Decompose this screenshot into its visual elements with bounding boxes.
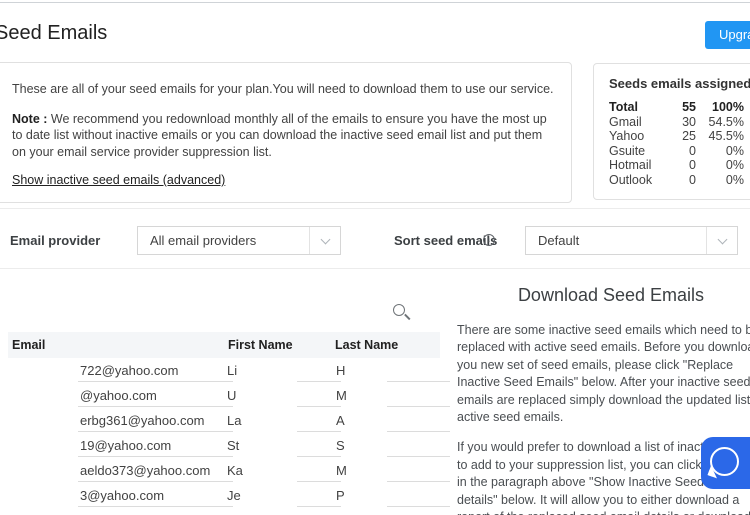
stats-row-gmail: Gmail 30 54.5%: [609, 115, 744, 130]
email-field[interactable]: 3@yahoo.com: [80, 483, 164, 508]
info-note-text: Note : We recommend you redownload month…: [12, 111, 555, 161]
email-provider-select[interactable]: All email providers: [137, 226, 341, 255]
first-name-field[interactable]: Je: [227, 483, 241, 508]
info-intro-text: These are all of your seed emails for yo…: [12, 81, 555, 98]
chat-widget-button[interactable]: [701, 437, 750, 489]
email-field[interactable]: erbg361@yahoo.com: [80, 408, 205, 433]
chevron-down-icon: [718, 235, 728, 245]
first-name-field[interactable]: U: [227, 383, 236, 408]
email-provider-value: All email providers: [150, 233, 256, 248]
info-icon[interactable]: [483, 234, 495, 246]
table-row: erbg361@yahoo.com La A: [0, 408, 460, 433]
download-panel-title: Download Seed Emails: [457, 285, 750, 306]
download-panel-paragraph-1: There are some inactive seed emails whic…: [457, 322, 750, 426]
note-body: We recommend you redownload monthly all …: [12, 112, 547, 159]
last-name-field[interactable]: M: [336, 458, 347, 483]
stats-row-hotmail: Hotmail 0 0%: [609, 158, 744, 173]
table-row: 722@yahoo.com Li H: [0, 358, 460, 383]
table-header: Email First Name Last Name: [8, 332, 440, 358]
email-field[interactable]: aeldo373@yahoo.com: [80, 458, 210, 483]
chevron-down-icon: [321, 235, 331, 245]
first-name-field[interactable]: Li: [227, 358, 237, 383]
stats-row-gsuite: Gsuite 0 0%: [609, 144, 744, 159]
column-header-email: Email: [12, 332, 45, 358]
search-icon[interactable]: [393, 304, 405, 316]
seed-email-table: 722@yahoo.com Li H @yahoo.com U M erbg36…: [0, 358, 460, 515]
table-row: 19@yahoo.com St S: [0, 433, 460, 458]
note-label: Note :: [12, 112, 47, 126]
email-field[interactable]: @yahoo.com: [80, 383, 157, 408]
seed-emails-page: Seed Emails Upgrade These are all of you…: [0, 0, 750, 515]
table-row: 45@yahoo.com K A: [0, 508, 460, 515]
last-name-field[interactable]: S: [336, 433, 345, 458]
column-header-first-name: First Name: [228, 332, 293, 358]
upgrade-button[interactable]: Upgrade: [705, 21, 750, 49]
stats-row-total: Total 55 100%: [609, 100, 744, 115]
table-row: @yahoo.com U M: [0, 383, 460, 408]
filter-top-divider: [0, 208, 750, 209]
first-name-field[interactable]: K: [227, 508, 236, 515]
email-field[interactable]: 19@yahoo.com: [80, 433, 171, 458]
column-header-last-name: Last Name: [335, 332, 398, 358]
page-title: Seed Emails: [0, 22, 107, 45]
chat-bubble-icon: [710, 447, 739, 476]
sort-value: Default: [538, 233, 579, 248]
email-field[interactable]: 722@yahoo.com: [80, 358, 178, 383]
seed-info-card: These are all of your seed emails for yo…: [0, 62, 572, 203]
last-name-field[interactable]: A: [336, 408, 345, 433]
stats-row-outlook: Outlook 0 0%: [609, 173, 744, 188]
seeds-assigned-card: Seeds emails assigned Total 55 100% Gmai…: [593, 63, 750, 200]
last-name-field[interactable]: A: [336, 508, 345, 515]
table-row: 3@yahoo.com Je P: [0, 483, 460, 508]
show-inactive-seed-emails-link[interactable]: Show inactive seed emails (advanced): [12, 172, 225, 189]
sort-seed-emails-select[interactable]: Default: [525, 226, 738, 255]
stats-row-yahoo: Yahoo 25 45.5%: [609, 129, 744, 144]
email-field[interactable]: 45@yahoo.com: [80, 508, 171, 515]
filter-bottom-divider: [0, 268, 750, 269]
email-provider-label: Email provider: [10, 233, 100, 248]
first-name-field[interactable]: Ka: [227, 458, 243, 483]
last-name-field[interactable]: M: [336, 383, 347, 408]
seeds-assigned-title: Seeds emails assigned: [609, 76, 750, 91]
last-name-field[interactable]: H: [336, 358, 345, 383]
last-name-field[interactable]: P: [336, 483, 345, 508]
first-name-field[interactable]: St: [227, 433, 239, 458]
table-row: aeldo373@yahoo.com Ka M: [0, 458, 460, 483]
first-name-field[interactable]: La: [227, 408, 241, 433]
top-divider: [0, 2, 750, 3]
sort-seed-emails-label: Sort seed emails: [394, 233, 497, 248]
